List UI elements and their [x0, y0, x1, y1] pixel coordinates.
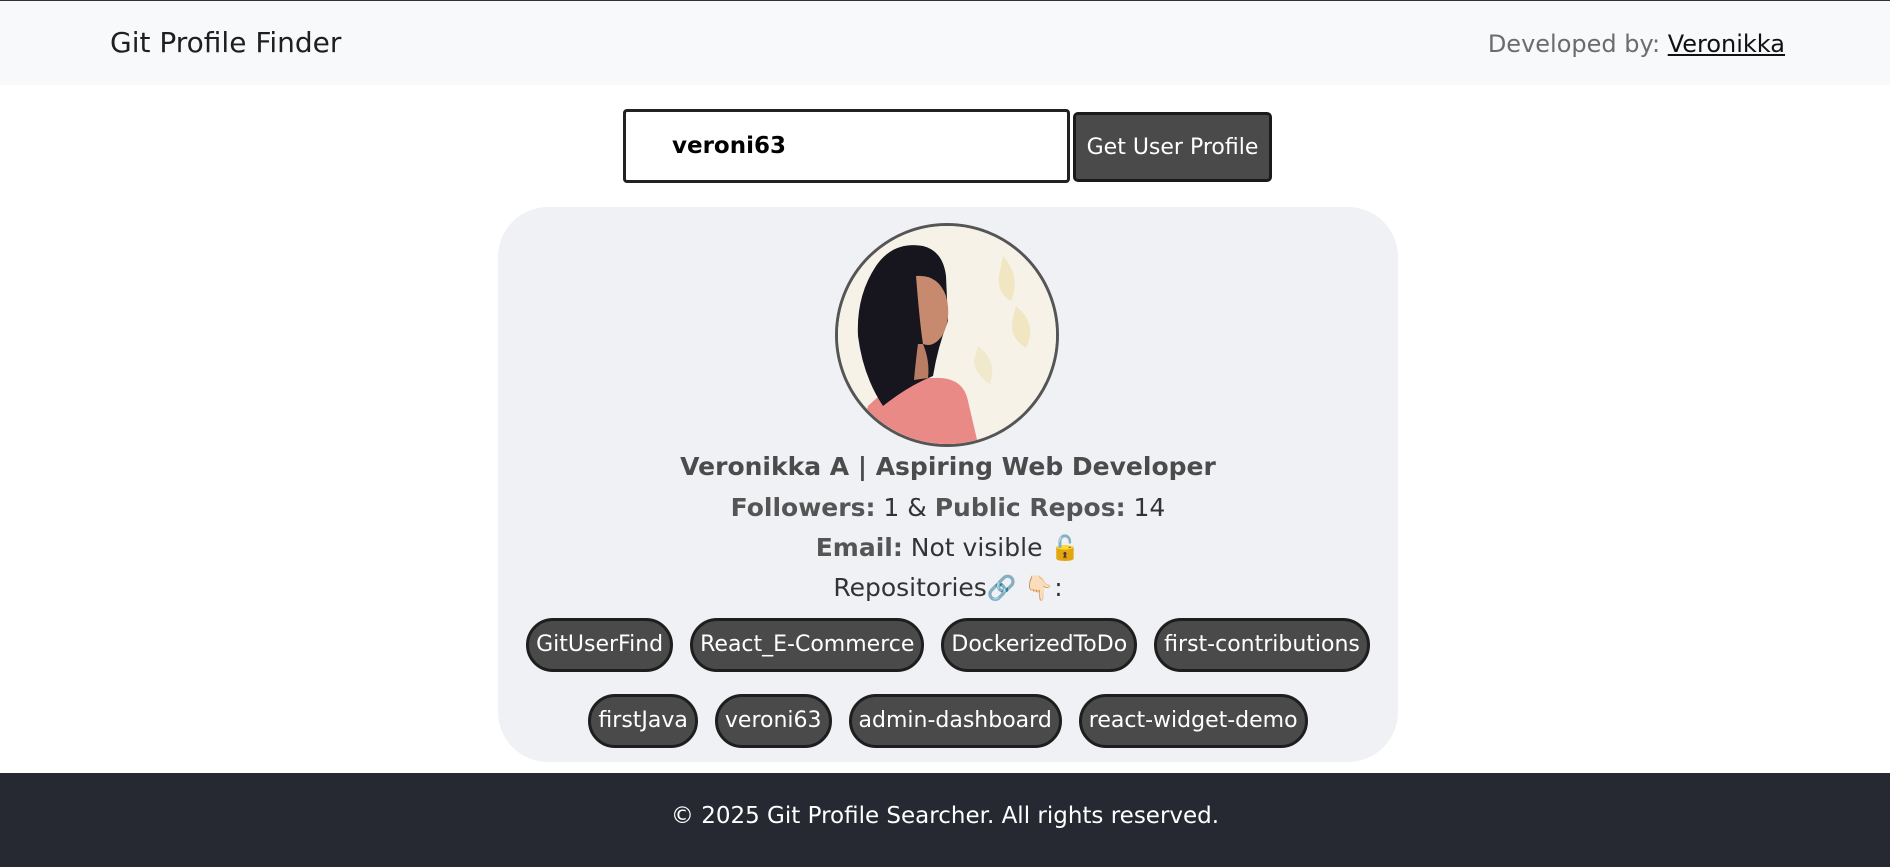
developer-link[interactable]: Veronikka [1668, 30, 1785, 58]
footer-copyright: © 2025 Git Profile Searcher. All rights … [670, 803, 1220, 829]
followers-label: Followers: [730, 493, 876, 522]
repository-list-row-1: GitUserFind React_E-Commerce DockerizedT… [498, 618, 1398, 672]
followers-count: 1 [883, 493, 900, 522]
repository-chip[interactable]: DockerizedToDo [941, 618, 1138, 672]
repository-chip[interactable]: React_E-Commerce [690, 618, 925, 672]
email-value: Not visible [910, 533, 1043, 562]
repository-chip[interactable]: firstJava [588, 694, 698, 748]
email-label: Email: [815, 533, 903, 562]
footer: © 2025 Git Profile Searcher. All rights … [0, 773, 1890, 867]
repository-list-row-2: firstJava veroni63 admin-dashboard react… [498, 694, 1398, 748]
profile-stats: Followers: 1 & Public Repos: 14 [498, 493, 1398, 522]
repository-chip[interactable]: first-contributions [1154, 618, 1370, 672]
link-pointing-down-icon: 🔗 👇🏻 [986, 574, 1055, 602]
profile-name: Veronikka A | Aspiring Web Developer [680, 452, 1216, 481]
repositories-label: Repositories [833, 573, 987, 602]
stats-separator: & [907, 493, 927, 522]
public-repos-count: 14 [1133, 493, 1166, 522]
repository-chip[interactable]: react-widget-demo [1078, 694, 1308, 748]
repository-chip[interactable]: veroni63 [714, 694, 832, 748]
repositories-suffix: : [1054, 573, 1063, 602]
repositories-heading: Repositories🔗 👇🏻: [498, 573, 1398, 602]
get-user-profile-button[interactable]: Get User Profile [1073, 112, 1272, 182]
unlock-icon: 🔓 [1050, 534, 1081, 562]
public-repos-label: Public Repos: [934, 493, 1126, 522]
navbar: Git Profile Finder Developed by: Veronik… [0, 1, 1890, 85]
profile-photo-icon [838, 226, 1056, 444]
avatar [835, 223, 1059, 447]
developed-by-label: Developed by: [1487, 30, 1661, 58]
username-search-input[interactable] [623, 109, 1070, 183]
brand-title[interactable]: Git Profile Finder [110, 26, 341, 59]
developer-credit: Developed by: Veronikka [1488, 30, 1785, 58]
repository-chip[interactable]: GitUserFind [526, 618, 674, 672]
profile-email: Email: Not visible 🔓 [498, 533, 1398, 562]
repository-chip[interactable]: admin-dashboard [848, 694, 1062, 748]
